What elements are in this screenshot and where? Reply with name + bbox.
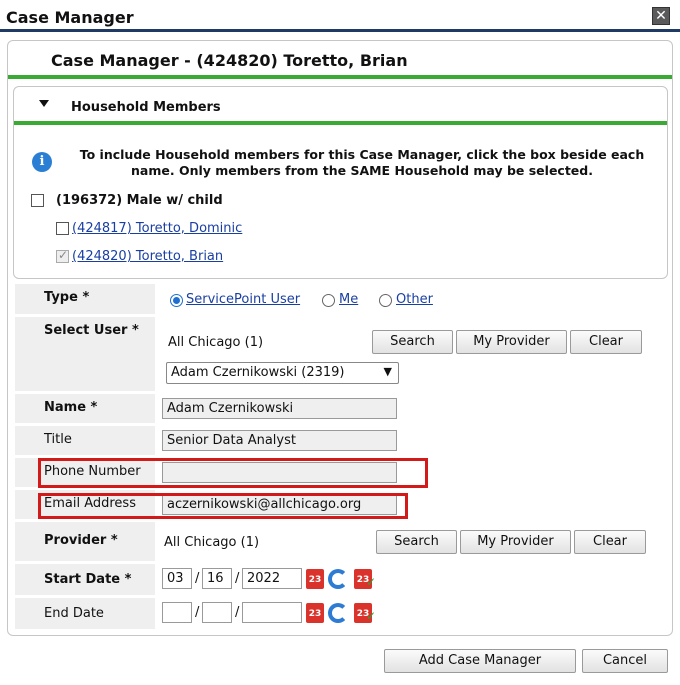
title-label: Title xyxy=(15,426,155,455)
household-group-checkbox[interactable] xyxy=(31,194,44,207)
start-date-refresh-icon[interactable] xyxy=(328,569,348,589)
select-user-provider-text: All Chicago (1) xyxy=(168,335,264,350)
end-date-month[interactable] xyxy=(162,602,192,623)
type-row: Type * ServicePoint User Me Other xyxy=(15,284,665,314)
end-date-calendar-icon[interactable]: 23 xyxy=(306,603,324,623)
type-radio-other[interactable] xyxy=(379,294,392,307)
end-date-year[interactable] xyxy=(242,602,302,623)
household-section: Household Members i To include Household… xyxy=(13,86,668,279)
close-icon[interactable]: ✕ xyxy=(652,7,670,25)
start-date-row: Start Date * 03 / 16 / 2022 23 23 xyxy=(15,564,665,595)
end-date-refresh-icon[interactable] xyxy=(328,603,348,623)
panel-title: Case Manager - (424820) Toretto, Brian xyxy=(51,51,408,70)
phone-highlight-box xyxy=(38,458,428,488)
start-date-year[interactable]: 2022 xyxy=(242,568,302,589)
name-label: Name * xyxy=(15,394,155,423)
household-info-text: To include Household members for this Ca… xyxy=(79,147,645,178)
end-date-row: End Date / / 23 23 xyxy=(15,598,665,629)
household-group-label: (196372) Male w/ child xyxy=(56,193,223,208)
select-user-row: Select User * All Chicago (1) Search My … xyxy=(15,317,665,391)
type-radio-me[interactable] xyxy=(322,294,335,307)
start-date-calendar-icon[interactable]: 23 xyxy=(306,569,324,589)
type-label: Type * xyxy=(15,284,155,314)
end-date-today-icon[interactable]: 23 xyxy=(354,603,376,627)
provider-label: Provider * xyxy=(15,522,155,561)
member-checkbox-dominic[interactable] xyxy=(56,222,69,235)
start-date-day[interactable]: 16 xyxy=(202,568,232,589)
title-field[interactable]: Senior Data Analyst xyxy=(162,430,397,451)
end-date-label: End Date xyxy=(15,598,155,629)
end-date-day[interactable] xyxy=(202,602,232,623)
type-option-me[interactable]: Me xyxy=(339,292,358,307)
title-row: Title Senior Data Analyst xyxy=(15,426,665,455)
provider-my-provider-button[interactable]: My Provider xyxy=(460,530,571,554)
add-case-manager-button[interactable]: Add Case Manager xyxy=(384,649,576,673)
name-row: Name * Adam Czernikowski xyxy=(15,394,665,423)
select-user-my-provider-button[interactable]: My Provider xyxy=(456,330,567,354)
type-option-other[interactable]: Other xyxy=(396,292,433,307)
dialog-titlebar: Case Manager ✕ xyxy=(0,0,680,32)
type-radio-servicepoint-user[interactable] xyxy=(170,294,183,307)
select-user-label: Select User * xyxy=(15,317,155,391)
email-highlight-box xyxy=(38,493,408,519)
dialog-title: Case Manager xyxy=(6,8,134,27)
cancel-button[interactable]: Cancel xyxy=(582,649,668,673)
chevron-down-icon: ▼ xyxy=(383,365,392,378)
household-header[interactable]: Household Members xyxy=(14,87,667,125)
panel-header: Case Manager - (424820) Toretto, Brian xyxy=(8,41,672,79)
start-date-label: Start Date * xyxy=(15,564,155,595)
household-title: Household Members xyxy=(71,100,221,115)
collapse-triangle-icon[interactable] xyxy=(39,100,49,107)
member-checkbox-brian xyxy=(56,248,69,263)
select-user-clear-button[interactable]: Clear xyxy=(570,330,642,354)
provider-row: Provider * All Chicago (1) Search My Pro… xyxy=(15,522,665,561)
provider-value: All Chicago (1) xyxy=(164,535,260,550)
user-select[interactable]: Adam Czernikowski (2319) ▼ xyxy=(166,362,399,384)
member-link-dominic[interactable]: (424817) Toretto, Dominic xyxy=(72,221,242,236)
name-field[interactable]: Adam Czernikowski xyxy=(162,398,397,419)
member-link-brian[interactable]: (424820) Toretto, Brian xyxy=(72,249,223,264)
provider-clear-button[interactable]: Clear xyxy=(574,530,646,554)
info-icon: i xyxy=(32,152,52,172)
provider-search-button[interactable]: Search xyxy=(376,530,457,554)
select-user-search-button[interactable]: Search xyxy=(372,330,453,354)
type-option-servicepoint-user[interactable]: ServicePoint User xyxy=(186,292,300,307)
start-date-today-icon[interactable]: 23 xyxy=(354,569,376,593)
start-date-month[interactable]: 03 xyxy=(162,568,192,589)
